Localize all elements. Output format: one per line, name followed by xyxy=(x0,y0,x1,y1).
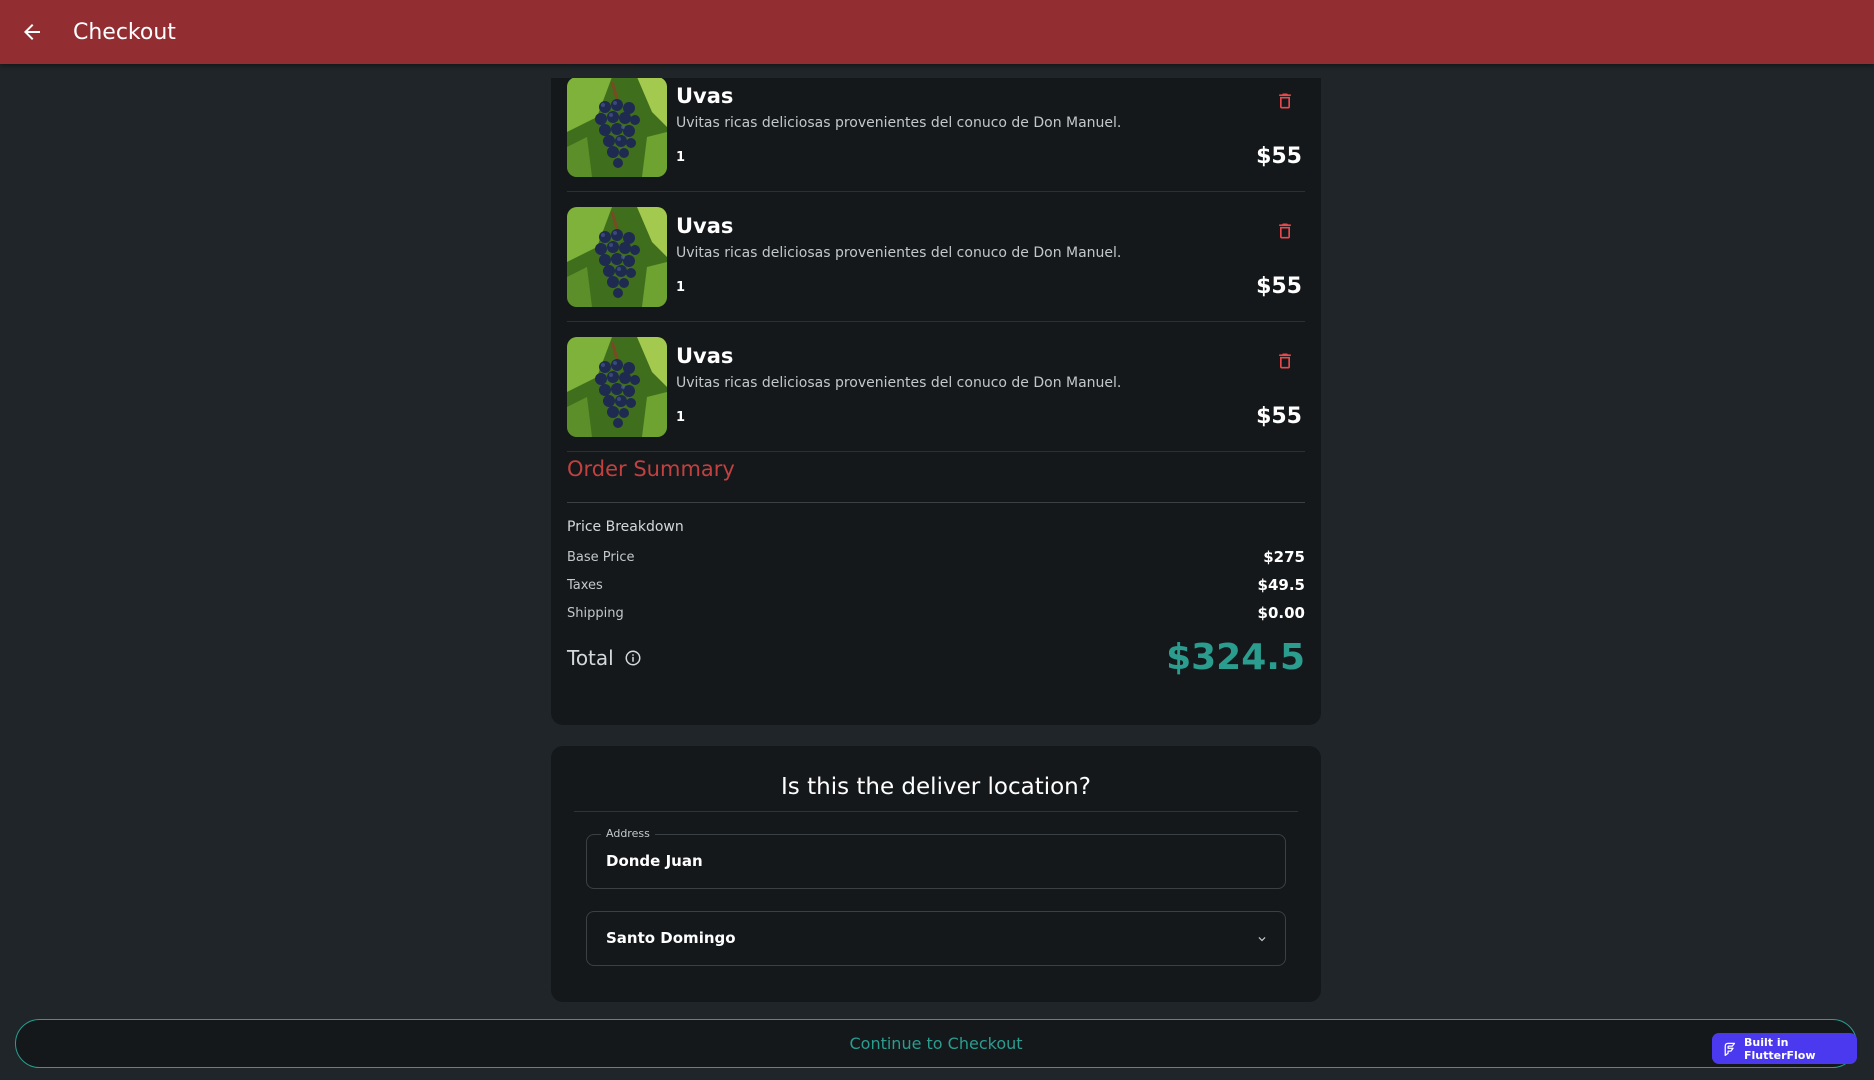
delete-item-button[interactable] xyxy=(1273,349,1297,373)
city-dropdown[interactable]: Santo Domingo xyxy=(586,911,1286,966)
cart-card: Uvas Uvitas ricas deliciosas proveniente… xyxy=(551,78,1321,725)
total-row: Total $324.5 xyxy=(567,637,1305,678)
price-breakdown-rows: Base Price $275 Taxes $49.5 Shipping $0.… xyxy=(567,543,1305,627)
total-label: Total xyxy=(567,645,614,670)
trash-icon xyxy=(1279,93,1291,109)
divider xyxy=(574,811,1298,812)
address-input[interactable]: Donde Juan xyxy=(606,852,703,870)
app-bar: Checkout xyxy=(0,0,1874,64)
delivery-location-card: Is this the deliver location? Address Do… xyxy=(551,746,1321,1002)
taxes-value: $49.5 xyxy=(1257,576,1305,594)
checkout-scroll-area[interactable]: Uvas Uvitas ricas deliciosas proveniente… xyxy=(0,64,1874,1080)
order-summary-title: Order Summary xyxy=(567,457,735,481)
delete-item-button[interactable] xyxy=(1273,89,1297,113)
product-description: Uvitas ricas deliciosas provenientes del… xyxy=(676,115,1122,131)
product-name: Uvas xyxy=(676,344,734,368)
trash-icon xyxy=(1279,353,1291,369)
divider xyxy=(567,502,1305,503)
delivery-location-title: Is this the deliver location? xyxy=(781,774,1091,800)
product-price: $55 xyxy=(1256,274,1302,299)
product-name: Uvas xyxy=(676,84,734,108)
base-price-value: $275 xyxy=(1263,548,1305,566)
back-button[interactable] xyxy=(0,0,64,64)
total-label-group: Total xyxy=(567,646,642,670)
cart-item: Uvas Uvitas ricas deliciosas proveniente… xyxy=(567,322,1305,452)
product-image xyxy=(567,207,667,307)
product-name: Uvas xyxy=(676,214,734,238)
flutterflow-logo-icon xyxy=(1724,1042,1736,1056)
address-field[interactable]: Address Donde Juan xyxy=(586,827,1286,889)
product-quantity: 1 xyxy=(676,410,686,425)
product-price: $55 xyxy=(1256,404,1302,429)
address-label: Address xyxy=(601,827,655,840)
cart-item: Uvas Uvitas ricas deliciosas proveniente… xyxy=(567,192,1305,322)
page-title: Checkout xyxy=(73,19,176,45)
price-breakdown-label: Price Breakdown xyxy=(567,519,684,535)
price-row-shipping: Shipping $0.00 xyxy=(567,599,1305,627)
price-row-taxes: Taxes $49.5 xyxy=(567,571,1305,599)
info-icon[interactable] xyxy=(624,649,642,667)
base-price-label: Base Price xyxy=(567,549,635,565)
delete-item-button[interactable] xyxy=(1273,219,1297,243)
order-summary: Order Summary Price Breakdown Base Price… xyxy=(567,452,1305,678)
taxes-label: Taxes xyxy=(567,577,603,593)
shipping-label: Shipping xyxy=(567,605,624,621)
flutterflow-badge-label: Built in FlutterFlow xyxy=(1743,1035,1816,1062)
total-value: $324.5 xyxy=(1166,637,1305,678)
cart-item: Uvas Uvitas ricas deliciosas proveniente… xyxy=(567,78,1305,192)
continue-to-checkout-button[interactable]: Continue to Checkout xyxy=(15,1019,1857,1068)
continue-to-checkout-label: Continue to Checkout xyxy=(849,1034,1023,1053)
city-selected-value: Santo Domingo xyxy=(606,929,736,947)
product-quantity: 1 xyxy=(676,150,686,165)
product-quantity: 1 xyxy=(676,280,686,295)
flutterflow-badge[interactable]: Built in FlutterFlow xyxy=(1712,1033,1857,1064)
product-image xyxy=(567,78,667,177)
cart-item-list: Uvas Uvitas ricas deliciosas proveniente… xyxy=(567,78,1305,452)
arrow-left-icon xyxy=(24,24,40,40)
product-price: $55 xyxy=(1256,144,1302,169)
product-image xyxy=(567,337,667,437)
product-description: Uvitas ricas deliciosas provenientes del… xyxy=(676,245,1122,261)
price-row-base: Base Price $275 xyxy=(567,543,1305,571)
trash-icon xyxy=(1279,223,1291,239)
shipping-value: $0.00 xyxy=(1257,604,1305,622)
chevron-down-icon xyxy=(1255,932,1269,946)
product-description: Uvitas ricas deliciosas provenientes del… xyxy=(676,375,1122,391)
